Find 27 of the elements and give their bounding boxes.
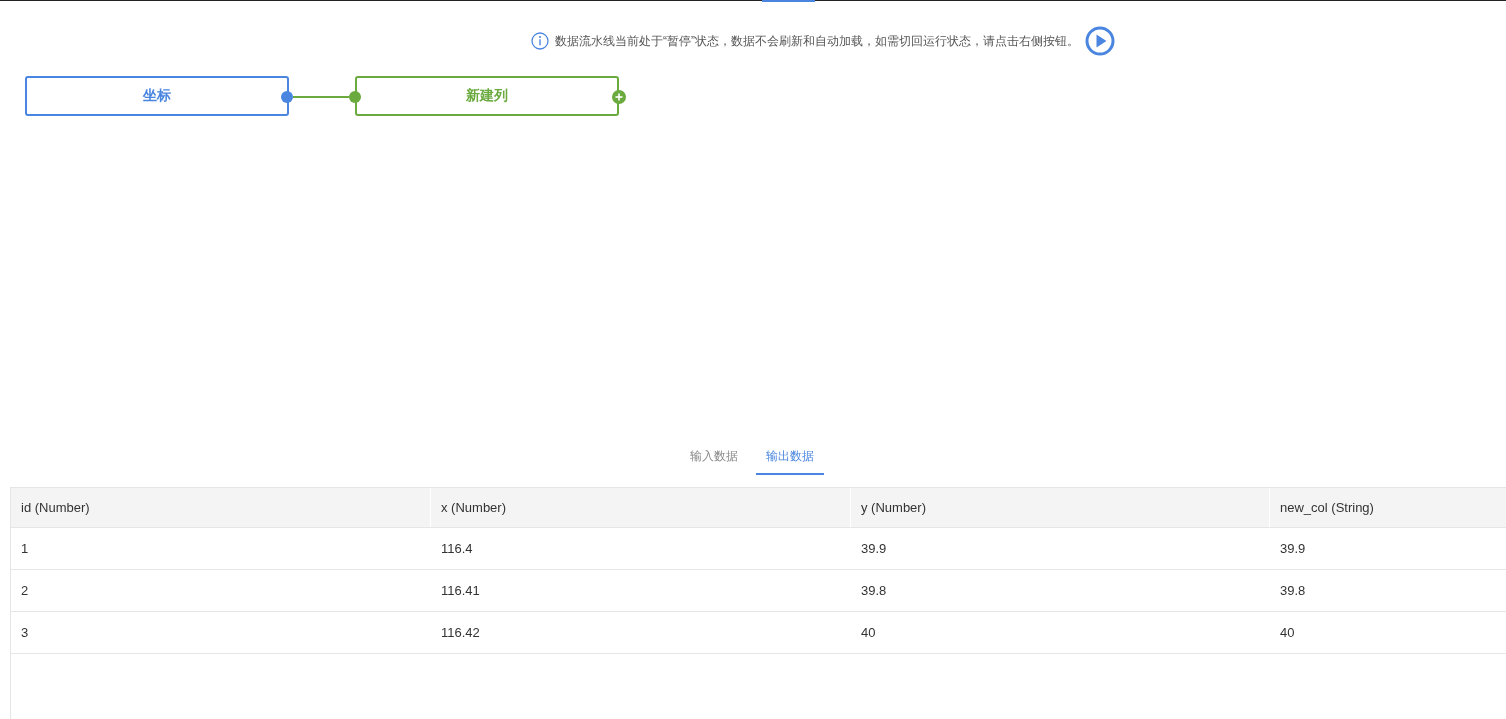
column-header: new_col (String) bbox=[1270, 488, 1506, 527]
table-cell-text: 116.42 bbox=[440, 625, 481, 640]
pipeline-node[interactable]: 新建列 bbox=[355, 76, 619, 116]
output-port-icon[interactable] bbox=[281, 91, 293, 103]
play-button[interactable] bbox=[1085, 26, 1115, 56]
table-cell-text: 39.8 bbox=[1279, 583, 1307, 598]
tab[interactable]: 输入数据 bbox=[684, 440, 744, 475]
tab[interactable]: 输出数据 bbox=[756, 440, 824, 475]
table-cell-text: 116.4 bbox=[440, 541, 474, 556]
column-header: x (Number) bbox=[431, 488, 851, 527]
table-cell-text: 1 bbox=[20, 541, 30, 556]
table-cell-text: 40 bbox=[860, 625, 877, 640]
column-header: id (Number) bbox=[11, 488, 431, 527]
pipeline-node[interactable]: 坐标 bbox=[25, 76, 289, 116]
table-cell-text: 2 bbox=[20, 583, 30, 598]
table-cell-text: 40 bbox=[1279, 625, 1296, 640]
notice-text: 数据流水线当前处于“暂停”状态，数据不会刷新和自动加载，如需切回运行状态，请点击右侧按钮。 bbox=[555, 32, 1079, 50]
table-cell-text: 39.9 bbox=[1279, 541, 1307, 556]
info-icon bbox=[531, 32, 549, 50]
table-cell-text: 39.8 bbox=[860, 583, 888, 598]
table-cell-text: 3 bbox=[20, 625, 30, 640]
table-cell-text: 39.9 bbox=[860, 541, 888, 556]
connector-line bbox=[293, 96, 349, 98]
input-port-icon[interactable] bbox=[349, 91, 361, 103]
add-icon[interactable] bbox=[612, 90, 626, 104]
column-header: y (Number) bbox=[851, 488, 1270, 527]
table-cell-text: 116.41 bbox=[440, 583, 481, 598]
